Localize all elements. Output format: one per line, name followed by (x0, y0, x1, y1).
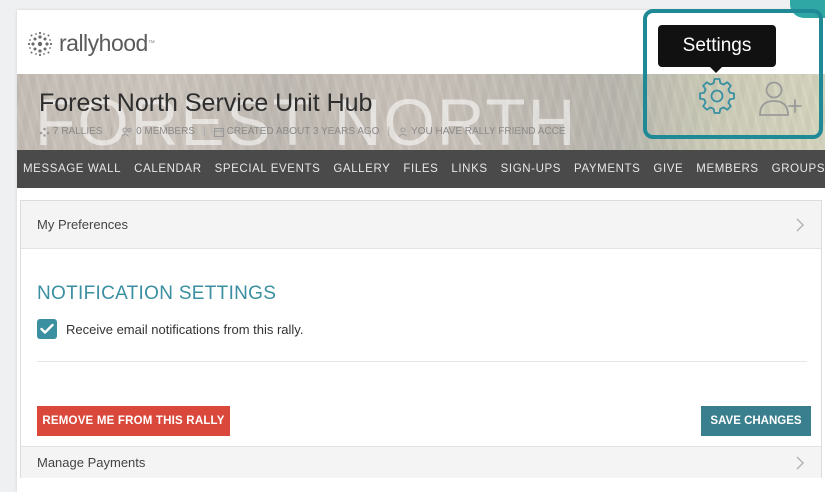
meta-separator: | (387, 126, 391, 137)
email-notification-option: Receive email notifications from this ra… (37, 319, 303, 339)
nav-calendar[interactable]: CALENDAR (134, 163, 201, 175)
nav-give[interactable]: GIVE (653, 163, 683, 175)
add-user-icon (759, 81, 802, 116)
nav-gallery[interactable]: GALLERY (333, 163, 390, 175)
remove-from-rally-button[interactable]: REMOVE ME FROM THIS RALLY (37, 406, 230, 436)
rallies-count: 7 RALLIES (53, 126, 103, 137)
nav-message-wall[interactable]: MESSAGE WALL (23, 163, 121, 175)
chevron-right-icon (796, 456, 804, 470)
settings-card: My Preferences NOTIFICATION SETTINGS Rec… (20, 200, 822, 478)
meta-members: 0 MEMBERS (121, 126, 195, 137)
brand-name: rallyhood (59, 30, 148, 56)
meta-created: CREATED ABOUT 3 YEARS AGO (213, 126, 380, 137)
nav-sign-ups[interactable]: SIGN-UPS (501, 163, 561, 175)
my-preferences-row[interactable]: My Preferences (21, 201, 821, 249)
access-level: YOU HAVE RALLY FRIEND ACCE (411, 126, 566, 137)
logo-icon (27, 31, 53, 56)
members-count: 0 MEMBERS (136, 126, 195, 137)
user-icon (398, 127, 408, 137)
email-notifications-label: Receive email notifications from this ra… (66, 321, 304, 337)
save-changes-button[interactable]: SAVE CHANGES (701, 406, 811, 436)
meta-separator: | (203, 126, 206, 137)
my-preferences-label: My Preferences (37, 217, 129, 232)
hub-meta: 7 RALLIES | 0 MEMBERS | CREATED ABOUT 3 … (39, 126, 566, 137)
section-divider (37, 361, 807, 362)
settings-tooltip: Settings (658, 25, 776, 67)
manage-payments-label: Manage Payments (37, 455, 146, 470)
email-notifications-checkbox[interactable] (37, 319, 57, 339)
nav-special-events[interactable]: SPECIAL EVENTS (215, 163, 321, 175)
rallies-icon (39, 127, 50, 137)
nav-links[interactable]: LINKS (451, 163, 487, 175)
nav-payments[interactable]: PAYMENTS (574, 163, 640, 175)
created-date: CREATED ABOUT 3 YEARS AGO (226, 126, 380, 137)
nav-groups[interactable]: GROUPS (772, 163, 825, 175)
main-nav: MESSAGE WALL CALENDAR SPECIAL EVENTS GAL… (17, 150, 825, 188)
chevron-right-icon (796, 218, 804, 232)
notification-settings-heading: NOTIFICATION SETTINGS (37, 283, 277, 304)
checkmark-icon (40, 323, 54, 334)
gear-icon (699, 78, 735, 114)
add-member-button[interactable] (757, 78, 803, 118)
hub-title: Forest North Service Unit Hub (39, 89, 373, 117)
nav-members[interactable]: MEMBERS (696, 163, 758, 175)
brand-logo[interactable]: rallyhood ™ (27, 30, 155, 57)
manage-payments-row[interactable]: Manage Payments (21, 446, 821, 478)
members-icon (121, 127, 132, 137)
brand-trademark: ™ (147, 40, 155, 47)
tooltip-arrow (709, 66, 723, 73)
calendar-icon (213, 127, 224, 137)
meta-separator: | (110, 126, 114, 137)
meta-access: YOU HAVE RALLY FRIEND ACCE (398, 126, 566, 137)
meta-rallies: 7 RALLIES (39, 126, 102, 137)
corner-accent (790, 0, 825, 18)
settings-button[interactable] (698, 77, 736, 115)
nav-files[interactable]: FILES (403, 163, 438, 175)
